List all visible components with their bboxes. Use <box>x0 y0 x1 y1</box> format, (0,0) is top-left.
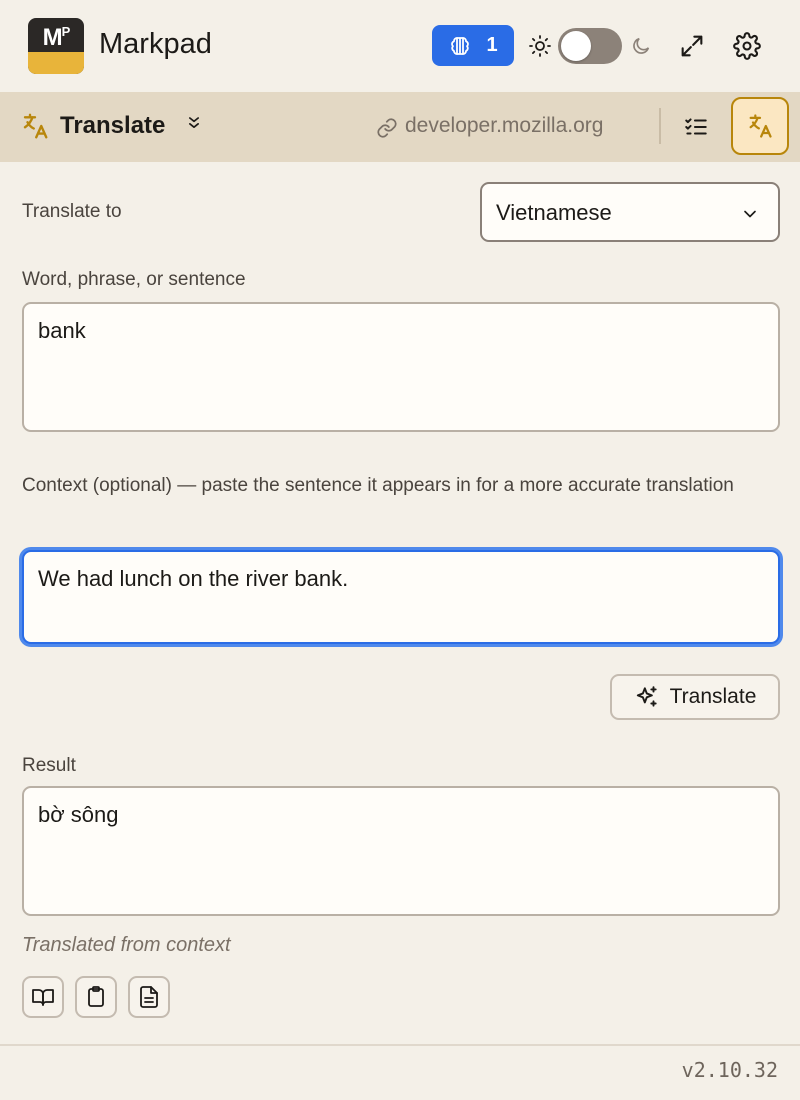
moon-icon <box>633 37 650 54</box>
context-input-value: We had lunch on the river bank. <box>38 566 349 591</box>
context-label: Context (optional) — paste the sentence … <box>22 475 734 496</box>
gear-icon <box>733 32 761 60</box>
language-selected-value: Vietnamese <box>496 200 612 225</box>
tool-title[interactable]: Translate <box>60 112 165 140</box>
translate-button-label: Translate <box>669 685 757 708</box>
dictionary-button[interactable] <box>22 976 64 1018</box>
theme-toggle[interactable] <box>558 28 622 64</box>
translate-tool-button[interactable] <box>731 97 789 155</box>
result-label: Result <box>22 755 76 776</box>
sparkle-icon <box>636 686 657 707</box>
translate-button[interactable]: Translate <box>610 674 780 720</box>
result-output-value: bờ sông <box>38 802 119 827</box>
source-domain-link[interactable]: developer.mozilla.org <box>405 114 603 138</box>
result-output[interactable]: bờ sông <box>22 786 780 916</box>
brain-icon <box>451 36 470 55</box>
word-label: Word, phrase, or sentence <box>22 269 246 290</box>
language-select[interactable]: Vietnamese <box>480 182 780 242</box>
sun-icon <box>529 35 551 57</box>
document-icon <box>140 986 158 1008</box>
copy-button[interactable] <box>75 976 117 1018</box>
app-logo: MP <box>28 18 84 74</box>
footer-divider <box>0 1044 800 1046</box>
translate-to-label: Translate to <box>22 201 122 222</box>
insert-note-button[interactable] <box>128 976 170 1018</box>
toolbar-divider <box>659 108 661 144</box>
app-title: Markpad <box>99 28 212 60</box>
link-icon <box>377 118 397 138</box>
clipboard-icon <box>88 986 104 1007</box>
context-input[interactable]: We had lunch on the river bank. <box>22 550 780 644</box>
translate-icon <box>23 113 48 139</box>
settings-button[interactable] <box>733 32 761 60</box>
checklist-icon[interactable] <box>683 114 709 140</box>
translate-icon <box>749 114 772 138</box>
result-note: Translated from context <box>22 934 231 956</box>
app-header: MP Markpad 1 <box>0 0 800 92</box>
book-icon <box>32 989 54 1006</box>
theme-toggle-knob <box>561 31 591 61</box>
word-input[interactable]: bank <box>22 302 780 432</box>
app-version: v2.10.32 <box>681 1058 778 1082</box>
word-input-value: bank <box>38 318 86 343</box>
ai-badge-count: 1 <box>486 34 498 56</box>
ai-model-button[interactable]: 1 <box>432 25 514 66</box>
expand-icon[interactable] <box>678 32 706 60</box>
chevron-down-icon <box>744 210 756 218</box>
chevron-down-icon[interactable] <box>184 113 204 133</box>
